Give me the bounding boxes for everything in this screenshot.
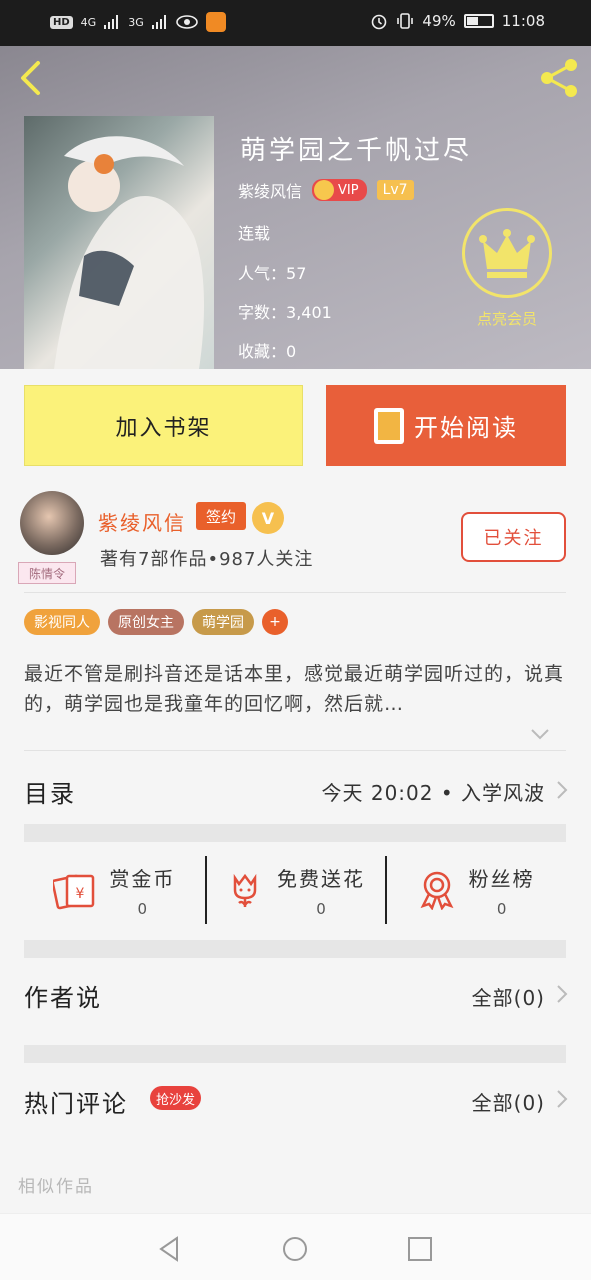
medal-icon [420, 871, 454, 910]
alarm-icon [372, 14, 387, 30]
synopsis[interactable]: 最近不管是刷抖音还是话本里，感觉最近萌学园听过的，说真的，萌学园也是我童年的回忆… [24, 659, 566, 719]
author-says-label[interactable]: 作者说 [24, 978, 102, 1013]
popularity-row: 人气：57 [238, 260, 306, 284]
eye-icon [175, 15, 198, 29]
book-cover-image[interactable] [24, 116, 214, 369]
signal-bars-icon [104, 15, 119, 29]
book-title: 萌学园之千帆过尽 [240, 136, 473, 166]
word-count-value: 3,401 [286, 303, 332, 322]
send-flower-text: 免费送花 0 [277, 863, 365, 918]
action-count: 0 [316, 899, 326, 918]
divider [24, 750, 566, 751]
clock: 11:08 [501, 12, 545, 30]
nav-recents-icon[interactable] [405, 1234, 435, 1264]
tag-item[interactable]: 原创女主 [108, 609, 184, 635]
tip-coins-action[interactable]: ¥ 赏金币 0 [24, 850, 205, 930]
action-count: 0 [496, 899, 507, 918]
tip-coins-text: 赏金币 0 [109, 863, 175, 918]
nav-back-icon[interactable] [155, 1234, 185, 1264]
book-status: 连载 [238, 224, 271, 243]
section-separator [24, 940, 566, 958]
author-name[interactable]: 紫绫风信 [98, 507, 186, 536]
favorites-value: 0 [286, 342, 297, 361]
vip-cta-label[interactable]: 点亮会员 [462, 308, 552, 329]
hd-icon: HD [50, 15, 73, 29]
vip-crown-button[interactable] [462, 208, 552, 298]
hot-comments-all[interactable]: 全部(0) [472, 1087, 545, 1116]
add-tag-button[interactable]: + [262, 609, 288, 635]
start-reading-label: 开始阅读 [414, 414, 518, 442]
chevron-right-icon[interactable] [555, 1088, 569, 1110]
crown-icon [314, 180, 335, 200]
book-header: 萌学园之千帆过尽 紫绫风信 VIP Lv7 连载 人气：57 字数：3,401 … [0, 46, 591, 369]
signed-badge: 签约 [196, 502, 246, 530]
nav-home-icon[interactable] [280, 1234, 310, 1264]
fan-ranking-action[interactable]: 粉丝榜 0 [385, 850, 566, 930]
vip-badge-label: VIP [338, 182, 359, 198]
action-label: 粉丝榜 [468, 866, 535, 891]
signal-bars-2-icon [151, 15, 166, 29]
chevron-down-icon[interactable] [530, 726, 550, 742]
red-envelope-icon: ¥ [53, 874, 95, 910]
hot-comments-label[interactable]: 热门评论 [24, 1084, 128, 1119]
fan-ranking-text: 粉丝榜 0 [469, 863, 535, 918]
app-notification-icon [205, 12, 226, 32]
book-author-line: 紫绫风信 VIP Lv7 [238, 178, 414, 202]
word-count-row: 字数：3,401 [238, 299, 332, 323]
back-arrow-icon[interactable] [16, 60, 46, 96]
first-comment-badge[interactable]: 抢沙发 [150, 1086, 202, 1110]
status-bar: HD 4G 3G 49% 11:08 [0, 0, 591, 46]
divider [24, 592, 566, 593]
favorites-label: 收藏： [238, 342, 287, 361]
action-count: 0 [137, 899, 148, 918]
send-flower-action[interactable]: 免费送花 0 [204, 850, 386, 930]
status-left-icons: HD 4G 3G [50, 12, 226, 32]
vibrate-icon [397, 13, 414, 29]
level-badge: Lv7 [376, 180, 414, 200]
author-stats: 著有7部作品•987人关注 [100, 549, 314, 570]
tag-item[interactable]: 萌学园 [192, 609, 254, 635]
svg-text:¥: ¥ [76, 886, 85, 902]
verified-v-icon: V [252, 502, 284, 534]
popularity-value: 57 [286, 264, 307, 283]
favorites-row: 收藏：0 [238, 338, 296, 362]
popularity-label: 人气： [238, 264, 287, 283]
tag-list: 影视同人 原创女主 萌学园 + [24, 609, 288, 635]
author-avatar[interactable] [20, 491, 84, 555]
cover-illustration [54, 136, 204, 369]
vip-badge: VIP [312, 179, 367, 201]
battery-percent: 49% [422, 12, 456, 30]
status-right-icons: 49% 11:08 [370, 12, 545, 30]
catalog-label[interactable]: 目录 [24, 774, 76, 809]
author-says-all[interactable]: 全部(0) [472, 982, 545, 1011]
system-nav-bar [0, 1213, 591, 1280]
signal-3g-icon: 3G [128, 15, 144, 29]
section-separator [24, 824, 566, 842]
battery-icon [463, 14, 494, 28]
reader-actions: ¥ 赏金币 0 免费送花 0 粉丝榜 0 [24, 850, 566, 930]
chevron-right-icon[interactable] [555, 983, 569, 1005]
avatar-tag: 陈情令 [18, 562, 76, 584]
signal-4g-icon: 4G [80, 15, 97, 29]
crown-large-icon [479, 229, 535, 278]
book-author-name[interactable]: 紫绫风信 [238, 178, 302, 202]
action-label: 赏金币 [109, 866, 176, 891]
chevron-right-icon[interactable] [555, 779, 569, 801]
word-count-label: 字数： [238, 303, 287, 322]
flower-icon [233, 873, 257, 908]
add-to-shelf-button[interactable]: 加入书架 [24, 385, 303, 466]
section-separator [24, 1045, 566, 1063]
action-label: 免费送花 [277, 866, 365, 891]
catalog-latest-chapter[interactable]: 今天 20:02 • 入学风波 [321, 777, 545, 806]
start-reading-button[interactable]: 开始阅读 [326, 385, 566, 466]
follow-button[interactable]: 已关注 [461, 512, 566, 562]
similar-works-label: 相似作品 [18, 1177, 94, 1197]
tag-item[interactable]: 影视同人 [24, 609, 100, 635]
book-icon [374, 407, 404, 444]
share-icon[interactable] [537, 56, 581, 100]
